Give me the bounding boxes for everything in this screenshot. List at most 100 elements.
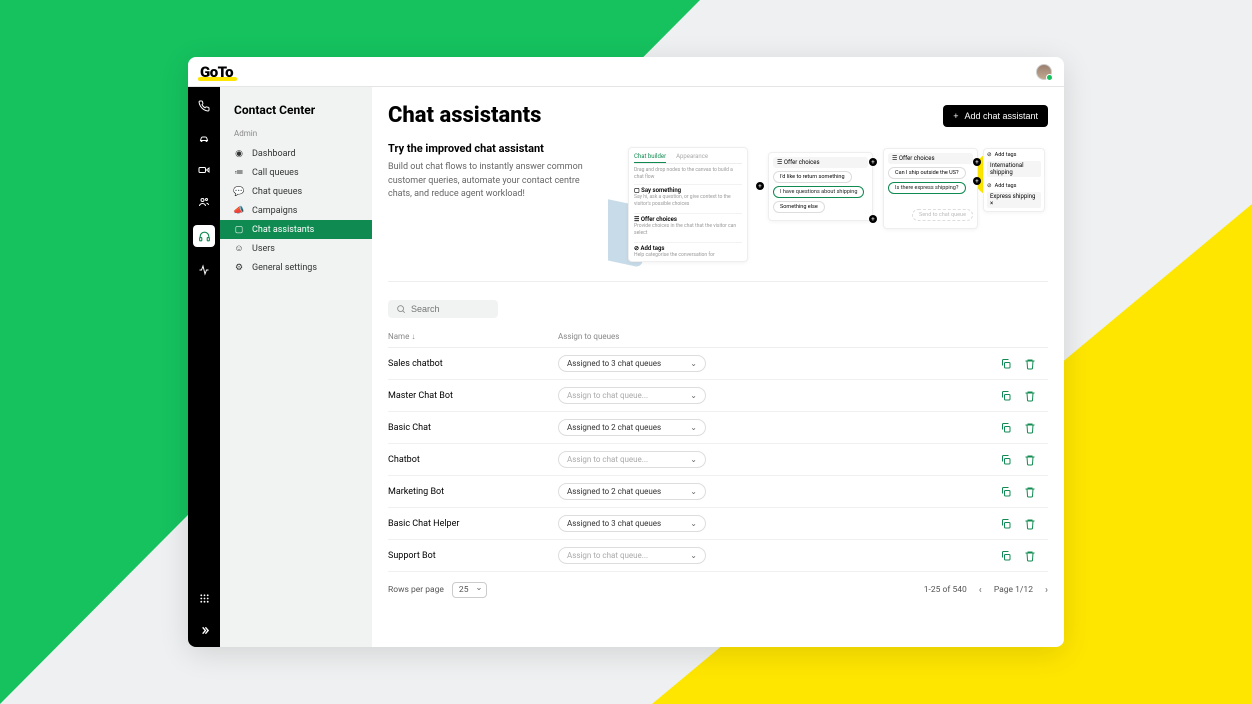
sidebar-item-chat-assistants[interactable]: ▢Chat assistants	[220, 220, 372, 239]
chevron-down-icon: ⌄	[690, 423, 697, 432]
pagination-range: 1-25 of 540	[924, 585, 967, 595]
promo-description: Build out chat flows to instantly answer…	[388, 161, 588, 202]
next-page-button[interactable]: ›	[1045, 585, 1048, 596]
promo-panel-offer-choices-2: ☰ Offer choices Can I ship outside the U…	[883, 148, 978, 229]
promo-panel-builder: Chat builder Appearance Drag and drop nod…	[628, 147, 748, 262]
copy-button[interactable]	[1000, 454, 1014, 466]
gear-icon: ⚙	[234, 263, 244, 273]
copy-button[interactable]	[1000, 550, 1014, 562]
queue-select[interactable]: Assigned to 3 chat queues⌄	[558, 355, 706, 372]
assistants-table: Name ↓ Assign to queues Sales chatbot As…	[388, 326, 1048, 572]
list-icon: ≔	[234, 168, 244, 178]
delete-button[interactable]	[1024, 358, 1038, 370]
phone-icon[interactable]	[195, 97, 213, 115]
queue-select[interactable]: Assigned to 2 chat queues⌄	[558, 483, 706, 500]
data-name search-icon	[396, 304, 406, 314]
copy-button[interactable]	[1000, 358, 1014, 370]
paginator: Rows per page 25 1-25 of 540 ‹ Page 1/12…	[388, 582, 1048, 598]
table-row: Chatbot Assign to chat queue...⌄	[388, 444, 1048, 476]
grid-icon[interactable]	[195, 589, 213, 607]
main-content: Chat assistants + Add chat assistant Try…	[372, 87, 1064, 647]
row-name: Basic Chat	[388, 423, 558, 433]
column-header-name[interactable]: Name ↓	[388, 332, 558, 341]
table-row: Sales chatbot Assigned to 3 chat queues⌄	[388, 348, 1048, 380]
activity-icon[interactable]	[195, 261, 213, 279]
chevron-down-icon: ⌄	[690, 519, 697, 528]
rows-per-page-label: Rows per page	[388, 585, 444, 595]
chevron-down-icon: ⌄	[690, 487, 697, 496]
sidebar-item-campaigns[interactable]: 📣Campaigns	[220, 201, 372, 220]
mini-sidebar	[188, 87, 220, 647]
delete-button[interactable]	[1024, 454, 1038, 466]
promo-tab-chat-builder: Chat builder	[634, 153, 666, 163]
add-chat-assistant-button[interactable]: + Add chat assistant	[943, 105, 1048, 127]
sidebar-section-label: Admin	[220, 127, 372, 144]
copy-button[interactable]	[1000, 518, 1014, 530]
queue-select[interactable]: Assign to chat queue...⌄	[558, 451, 706, 468]
sidebar-title: Contact Center	[220, 97, 372, 127]
promo-tab-appearance: Appearance	[676, 153, 708, 160]
sidebar-item-users[interactable]: ☺ Users	[220, 239, 372, 258]
row-name: Support Bot	[388, 551, 558, 561]
sidebar: Contact Center Admin ◉Dashboard ≔ Call qu…	[220, 87, 372, 647]
column-header-queue[interactable]: Assign to queues	[558, 332, 878, 341]
search-input[interactable]	[411, 304, 491, 314]
row-name: Sales chatbot	[388, 359, 558, 369]
sidebar-item-call-queues[interactable]: ≔ Call queues	[220, 163, 372, 182]
row-name: Master Chat Bot	[388, 391, 558, 401]
table-row: Basic Chat Helper Assigned to 3 chat que…	[388, 508, 1048, 540]
add-button-label: Add chat assistant	[964, 111, 1038, 121]
page-title: Chat assistants	[388, 103, 541, 128]
sidebar-item-label: Call queues	[252, 168, 299, 178]
table-row: Master Chat Bot Assign to chat queue...⌄	[388, 380, 1048, 412]
chat-bubble-icon: ▢	[234, 225, 244, 235]
sort-down-icon: ↓	[411, 332, 415, 341]
queue-select[interactable]: Assigned to 2 chat queues⌄	[558, 419, 706, 436]
chat-lines-icon: 💬	[234, 187, 244, 197]
rows-per-page-select[interactable]: 25	[452, 582, 488, 598]
queue-select[interactable]: Assigned to 3 chat queues⌄	[558, 515, 706, 532]
copy-button[interactable]	[1000, 486, 1014, 498]
plus-icon: +	[953, 111, 958, 121]
sidebar-item-chat-queues[interactable]: 💬 Chat queues	[220, 182, 372, 201]
sidebar-item-general-settings[interactable]: ⚙ General settings	[220, 258, 372, 277]
delete-button[interactable]	[1024, 518, 1038, 530]
expand-icon[interactable]	[195, 621, 213, 639]
avatar[interactable]	[1036, 64, 1052, 80]
copy-button[interactable]	[1000, 390, 1014, 402]
logo: GoTo	[200, 63, 233, 81]
chevron-down-icon: ⌄	[690, 391, 697, 400]
delete-button[interactable]	[1024, 422, 1038, 434]
people-icon[interactable]	[195, 193, 213, 211]
sidebar-item-label: General settings	[252, 263, 317, 273]
video-icon[interactable]	[195, 161, 213, 179]
sidebar-item-dashboard[interactable]: ◉Dashboard	[220, 144, 372, 163]
chevron-down-icon: ⌄	[690, 359, 697, 368]
row-name: Chatbot	[388, 455, 558, 465]
headset-icon[interactable]	[193, 225, 215, 247]
gauge-icon: ◉	[234, 149, 244, 159]
queue-select[interactable]: Assign to chat queue...⌄	[558, 547, 706, 564]
table-row: Support Bot Assign to chat queue...⌄	[388, 540, 1048, 572]
row-name: Marketing Bot	[388, 487, 558, 497]
chevron-down-icon: ⌄	[690, 551, 697, 560]
queue-select[interactable]: Assign to chat queue...⌄	[558, 387, 706, 404]
prev-page-button[interactable]: ‹	[979, 585, 982, 596]
promo-hint: Drag and drop nodes to the canvas to bui…	[634, 167, 742, 180]
promo-banner: Try the improved chat assistant Build ou…	[388, 142, 1048, 282]
delete-button[interactable]	[1024, 390, 1038, 402]
copy-button[interactable]	[1000, 422, 1014, 434]
car-icon[interactable]	[195, 129, 213, 147]
sidebar-item-label: Chat queues	[252, 187, 302, 197]
app-header: GoTo	[188, 57, 1064, 87]
promo-panel-tags: ⊘ Add tags International shipping ⊘ Add …	[983, 148, 1045, 212]
table-row: Marketing Bot Assigned to 2 chat queues⌄	[388, 476, 1048, 508]
chevron-down-icon: ⌄	[690, 455, 697, 464]
search-field[interactable]	[388, 300, 498, 318]
delete-button[interactable]	[1024, 486, 1038, 498]
promo-panel-offer-choices-1: ☰ Offer choices I'd like to return somet…	[768, 152, 873, 221]
sidebar-item-label: Users	[252, 244, 275, 254]
delete-button[interactable]	[1024, 550, 1038, 562]
user-icon: ☺	[234, 244, 244, 254]
app-window: GoTo Contact Center Admin ◉Dashboard ≔ Ca…	[188, 57, 1064, 647]
